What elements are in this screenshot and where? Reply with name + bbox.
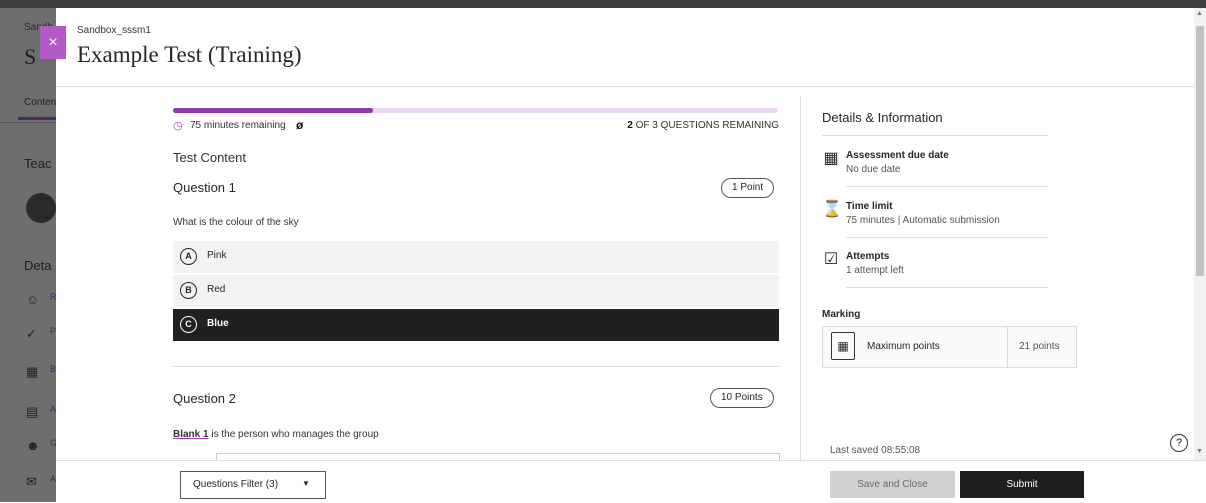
scrollbar[interactable]: ▲ ▼ [1194, 8, 1206, 460]
marking-label: Maximum points [867, 341, 940, 352]
megaphone-icon: ✉ [26, 474, 37, 489]
avatar [26, 193, 56, 223]
chevron-down-icon: ▼ [302, 479, 310, 488]
calendar-icon: ▦ [823, 150, 839, 167]
attempts-title: Attempts [846, 251, 890, 262]
option-label: Blue [207, 318, 229, 329]
top-bar [0, 0, 1206, 8]
details-title: Details & Information [822, 110, 943, 125]
background-course-page: Sandb S Conten Teac Deta ☺ R ✓ P ▦ B ▤ A… [0, 8, 56, 502]
close-icon: × [48, 34, 58, 51]
bg-teaching-heading: Teac [24, 156, 52, 171]
close-panel-button[interactable]: × [40, 26, 66, 59]
marking-box: ▦ Maximum points 21 points [822, 326, 1077, 368]
remaining-suffix: OF 3 QUESTIONS REMAINING [635, 120, 779, 131]
timer-text: 75 minutes remaining [190, 120, 286, 131]
marking-points: 21 points [1019, 341, 1060, 352]
marking-separator [1007, 327, 1008, 367]
question-2-title: Question 2 [173, 391, 236, 406]
book-icon: ▦ [26, 364, 39, 379]
question-2-text: Blank 1 is the person who manages the gr… [173, 429, 379, 440]
option-letter: A [180, 248, 197, 265]
group-icon: ☻ [26, 438, 40, 453]
progress-bar [173, 108, 778, 113]
timer-icon: ◷ [173, 120, 183, 132]
check-circle-icon: ✓ [26, 326, 37, 341]
details-divider [846, 287, 1048, 288]
filter-label: Questions Filter (3) [193, 479, 279, 490]
question-1-title: Question 1 [173, 180, 236, 195]
scroll-up-arrow-icon[interactable]: ▲ [1196, 10, 1203, 17]
scroll-thumb[interactable] [1196, 26, 1204, 276]
help-icon[interactable]: ? [1170, 434, 1188, 452]
option-label: Red [207, 284, 226, 295]
page-title: Example Test (Training) [77, 42, 302, 67]
breadcrumb: Sandbox_sssm1 [77, 25, 151, 36]
bg-tab-underline [18, 117, 56, 120]
panel-header: Sandbox_sssm1 Example Test (Training) [56, 8, 1194, 87]
bg-content-tab: Conten [24, 97, 56, 108]
bg-course-title: S [24, 44, 37, 69]
question-1-text: What is the colour of the sky [173, 217, 299, 228]
clipboard-icon: ▤ [26, 404, 39, 419]
calculator-icon: ▦ [831, 332, 855, 360]
answer-option-b[interactable]: B Red [173, 275, 779, 307]
question-2-body: is the person who manages the group [208, 429, 379, 440]
question-2-points: 10 Points [710, 388, 774, 408]
option-letter: C [180, 316, 197, 333]
checkbox-icon: ☑ [823, 251, 839, 268]
due-date-title: Assessment due date [846, 150, 949, 161]
attempts-value: 1 attempt left [846, 265, 904, 276]
bg-divider [0, 122, 56, 123]
details-divider [846, 237, 1048, 238]
last-saved: Last saved 08:55:08 [830, 445, 921, 456]
timer-row: ◷ 75 minutes remaining ø 2 OF 3 QUESTION… [173, 118, 779, 135]
remaining-count: 2 [627, 120, 633, 131]
progress-fill [173, 108, 373, 113]
time-limit-title: Time limit [846, 201, 893, 212]
time-limit-value: 75 minutes | Automatic submission [846, 215, 1000, 226]
questions-remaining: 2 OF 3 QUESTIONS REMAINING [627, 120, 779, 131]
blank-label: Blank 1 [173, 429, 209, 440]
scroll-down-arrow-icon[interactable]: ▼ [1196, 448, 1203, 455]
option-letter: B [180, 282, 197, 299]
answer-option-a[interactable]: A Pink [173, 241, 779, 273]
hourglass-icon: ⌛ [822, 201, 842, 218]
details-divider [846, 186, 1048, 187]
option-label: Pink [207, 250, 227, 261]
question-divider [173, 366, 779, 367]
due-date-value: No due date [846, 164, 901, 175]
questions-filter-dropdown[interactable]: Questions Filter (3) ▼ [180, 471, 326, 499]
people-icon: ☺ [26, 292, 40, 307]
bg-details-heading: Deta [24, 258, 52, 273]
details-divider [822, 135, 1048, 136]
submit-button[interactable]: Submit [960, 471, 1084, 498]
answer-option-c[interactable]: C Blue [173, 309, 779, 341]
marking-title: Marking [822, 309, 861, 320]
eye-off-icon[interactable]: ø [296, 118, 303, 132]
save-and-close-button[interactable]: Save and Close [830, 471, 955, 498]
question-1-points: 1 Point [721, 178, 775, 198]
test-content-label: Test Content [173, 150, 246, 165]
